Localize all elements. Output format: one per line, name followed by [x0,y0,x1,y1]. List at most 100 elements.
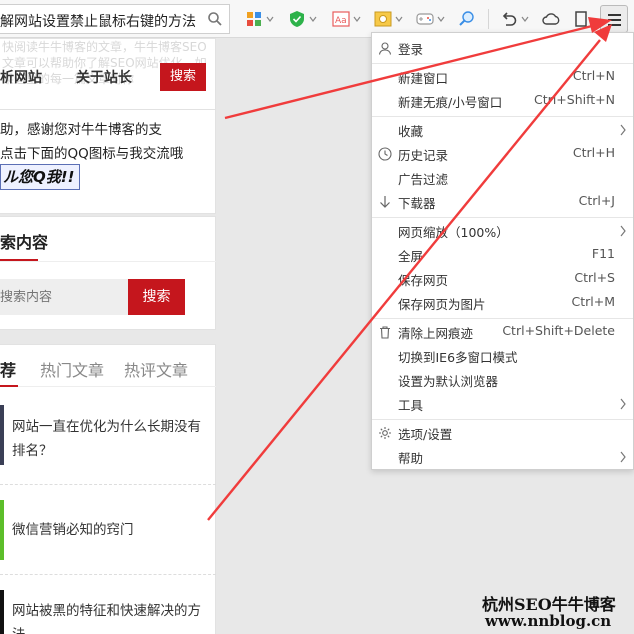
menu-separator [372,116,633,117]
chevron-right-icon [620,451,626,463]
screenshot-button[interactable] [374,8,403,30]
menu-item-tools[interactable]: 工具 [372,392,633,416]
divider [0,261,216,262]
qq-contact-button[interactable]: ル您Q我!! [0,164,80,190]
menu-item-favorites[interactable]: 收藏 [372,118,633,142]
menu-item-shortcut: Ctrl+Shift+N [534,92,615,107]
menu-item-label: 历史记录 [398,148,449,163]
chevron-right-icon [620,225,626,237]
search-input[interactable] [0,279,128,315]
undo-icon [502,12,517,26]
browser-main-menu: 登录 新建窗口 Ctrl+N 新建无痕/小号窗口 Ctrl+Shift+N 收藏… [371,32,634,470]
cloud-sync-button[interactable] [542,8,560,30]
gear-icon [379,427,391,439]
menu-item-history[interactable]: 历史记录 Ctrl+H [372,142,633,166]
menu-item-save-as-image[interactable]: 保存网页为图片 Ctrl+M [372,291,633,315]
shield-icon [290,11,304,27]
menu-separator [372,217,633,218]
bookmark-button[interactable] [572,8,590,30]
chevron-down-icon [437,16,445,22]
menu-separator [372,63,633,64]
header-search-button[interactable]: 搜索 [160,63,206,91]
support-panel: 助，感谢您对牛牛博客的支 点击下面的QQ图标与我交流哦 ル您Q我!! [0,110,216,214]
menu-item-ad-filter[interactable]: 广告过滤 [372,166,633,190]
undo-button[interactable] [500,8,529,30]
menu-item-shortcut: Ctrl+N [572,68,615,83]
menu-item-label: 保存网页为图片 [398,297,486,312]
chevron-right-icon [620,398,626,410]
address-bar[interactable]: 解网站设置禁止鼠标右键的方法 [0,4,230,34]
menu-item-shortcut: Ctrl+M [571,294,616,309]
search-panel-title: 索内容 [0,233,49,252]
download-arrow-icon [380,196,390,208]
menu-item-new-window[interactable]: 新建窗口 Ctrl+N [372,65,633,89]
svg-text:Aa: Aa [335,16,347,26]
menu-item-ie6-mode[interactable]: 切换到IE6多窗口模式 [372,344,633,368]
article-title[interactable]: 网站一直在优化为什么长期没有排名？ [12,415,208,463]
menu-item-label: 新建窗口 [398,71,449,86]
menu-item-set-default-browser[interactable]: 设置为默认浏览器 [372,368,633,392]
chevron-down-icon [353,16,361,22]
list-item[interactable]: 网站一直在优化为什么长期没有排名？ [0,395,216,485]
user-icon [378,42,392,55]
apps-button[interactable] [245,8,274,30]
menu-item-fullscreen[interactable]: 全屏 F11 [372,243,633,267]
list-item[interactable]: 微信营销必知的窍门 [0,485,216,575]
clock-icon [378,147,392,161]
menu-item-save-page[interactable]: 保存网页 Ctrl+S [372,267,633,291]
tab-bar: 荐 热门文章 热评文章 [0,345,216,387]
chevron-down-icon [521,16,529,22]
menu-item-label: 收藏 [398,124,424,139]
magnifier-icon [459,11,474,26]
support-text-line1: 助，感谢您对牛牛博客的支 [0,122,162,138]
translate-button[interactable]: Aa [332,8,361,30]
menu-item-label: 新建无痕/小号窗口 [398,95,503,110]
cloud-icon [542,13,560,25]
search-panel: 索内容 搜索 [0,216,216,330]
menu-item-label: 清除上网痕迹 [398,326,474,341]
search-icon[interactable] [207,11,223,27]
article-title[interactable]: 网站被黑的特征和快速解决的方法 [12,599,208,634]
menu-icon[interactable] [600,5,628,33]
gamepad-icon [416,13,434,25]
menu-item-shortcut: Ctrl+S [574,270,615,285]
article-title[interactable]: 微信营销必知的窍门 [12,518,208,542]
menu-separator [372,419,633,420]
menu-item-label: 全屏 [398,249,424,264]
article-thumbnail [0,500,4,560]
active-tab-underline [0,385,18,387]
menu-item-new-incognito-window[interactable]: 新建无痕/小号窗口 Ctrl+Shift+N [372,89,633,113]
screenshot-icon [374,11,392,27]
menu-item-label: 广告过滤 [398,172,449,187]
nav-link-about[interactable]: 关于站长 [76,67,132,87]
nav-link-analyze[interactable]: 析网站 [0,67,42,87]
security-button[interactable] [288,8,317,30]
menu-item-shortcut: F11 [591,246,615,261]
menu-item-shortcut: Ctrl+J [578,193,615,208]
menu-item-help[interactable]: 帮助 [372,445,633,469]
menu-item-downloader[interactable]: 下载器 Ctrl+J [372,190,633,214]
menu-item-options[interactable]: 选项/设置 [372,421,633,445]
address-bar-text[interactable]: 解网站设置禁止鼠标右键的方法 [0,11,200,31]
list-item[interactable]: 网站被黑的特征和快速解决的方法 [0,575,216,634]
menu-item-label: 设置为默认浏览器 [398,374,499,389]
menu-item-clear-history[interactable]: 清除上网痕迹 Ctrl+Shift+Delete [372,320,633,344]
chevron-right-icon [620,124,626,136]
tab-most-commented[interactable]: 热评文章 [124,357,188,381]
bookmark-icon [575,11,587,27]
menu-item-shortcut: Ctrl+Shift+Delete [502,323,615,338]
menu-item-label: 登录 [398,42,424,57]
tab-recommended[interactable]: 荐 [0,357,16,381]
games-button[interactable] [416,8,445,30]
search-button[interactable]: 搜索 [128,279,185,315]
article-thumbnail [0,405,4,465]
translate-icon: Aa [332,11,350,27]
menu-item-login[interactable]: 登录 [372,36,633,60]
menu-item-label: 网页缩放（100%） [398,225,509,240]
menu-item-shortcut: Ctrl+H [572,145,615,160]
web-page-content: 快阅读牛牛博客的文章，牛牛博客SEO文章可以帮助你了解SEO网站优化，如果这里的… [0,38,216,634]
tab-hot-articles[interactable]: 热门文章 [40,357,104,381]
menu-item-zoom[interactable]: 网页缩放（100%） [372,219,633,243]
find-button[interactable] [458,8,476,30]
menu-separator [372,318,633,319]
